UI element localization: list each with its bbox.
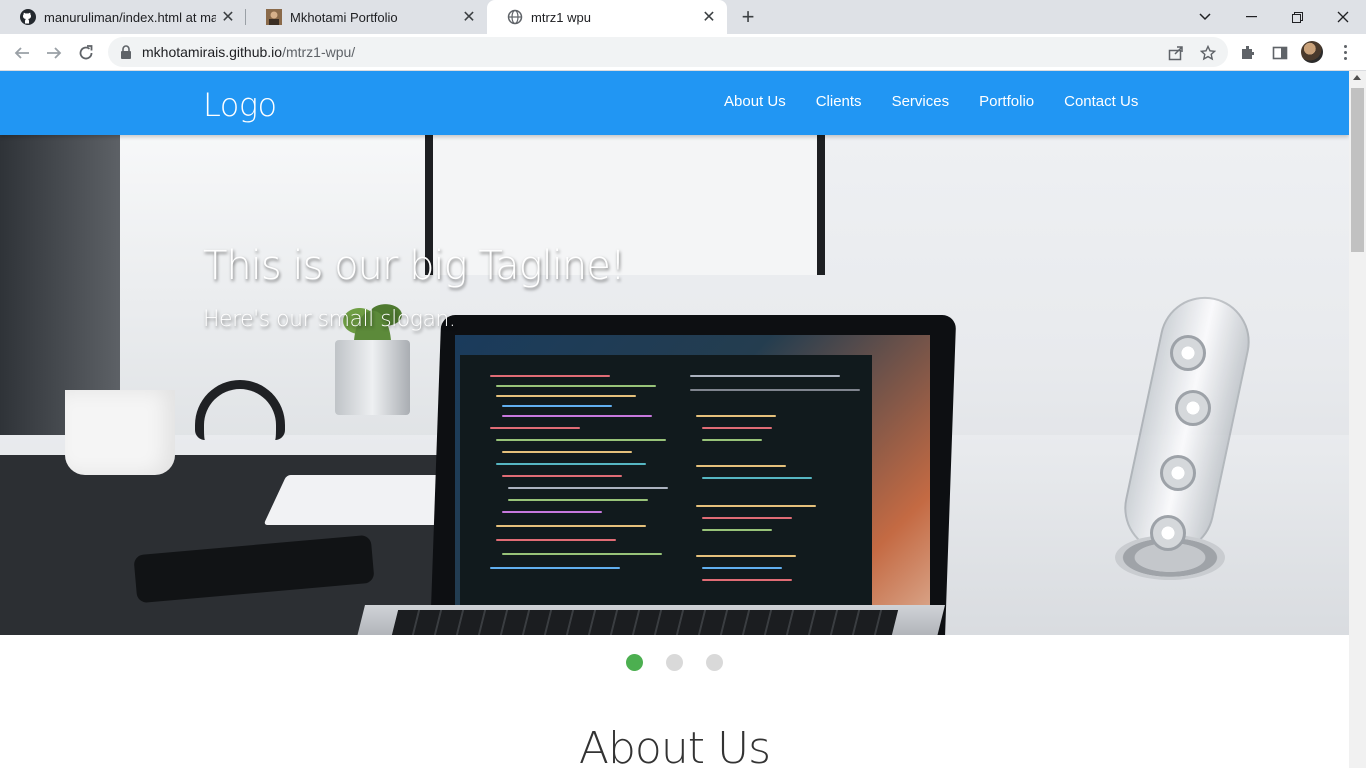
globe-icon bbox=[507, 9, 523, 25]
hero-slogan: Here's our small slogan. bbox=[203, 307, 456, 332]
page-viewport: Logo About Us Clients Services Portfolio… bbox=[0, 71, 1349, 768]
extensions-icon[interactable] bbox=[1237, 42, 1259, 64]
url-host: mkhotamirais.github.io bbox=[142, 44, 283, 60]
close-tab-icon[interactable]: ✕ bbox=[697, 5, 721, 29]
close-window-icon[interactable] bbox=[1320, 0, 1366, 34]
url-path: /mtrz1-wpu/ bbox=[282, 44, 356, 60]
slider-indicators bbox=[626, 654, 723, 671]
slider-dot-2[interactable] bbox=[666, 654, 683, 671]
tab-title: manuruliman/index.html at main bbox=[44, 9, 216, 25]
url-text: mkhotamirais.github.io/mtrz1-wpu/ bbox=[142, 44, 355, 60]
profile-avatar[interactable] bbox=[1301, 41, 1323, 63]
hero-slider: This is our big Tagline! Here's our smal… bbox=[0, 135, 1349, 635]
nav-link-clients[interactable]: Clients bbox=[801, 93, 877, 110]
share-icon[interactable] bbox=[1166, 43, 1186, 63]
reload-icon[interactable] bbox=[72, 39, 100, 67]
nav-links: About Us Clients Services Portfolio Cont… bbox=[709, 93, 1153, 110]
address-bar[interactable]: mkhotamirais.github.io/mtrz1-wpu/ bbox=[108, 37, 1228, 67]
tab-search-icon[interactable] bbox=[1182, 0, 1228, 34]
code-editor-window bbox=[460, 355, 872, 625]
browser-menu-icon[interactable] bbox=[1335, 41, 1355, 63]
hero-tagline: This is our big Tagline! bbox=[203, 243, 626, 289]
tab-mkhotami-portfolio[interactable]: Mkhotami Portfolio ✕ bbox=[246, 0, 487, 34]
browser-toolbar: mkhotamirais.github.io/mtrz1-wpu/ bbox=[0, 34, 1366, 71]
nav-link-services[interactable]: Services bbox=[877, 93, 965, 110]
close-tab-icon[interactable]: ✕ bbox=[457, 5, 481, 29]
tab-mtrz1-wpu[interactable]: mtrz1 wpu ✕ bbox=[487, 0, 727, 34]
forward-icon[interactable] bbox=[40, 39, 68, 67]
slider-dot-3[interactable] bbox=[706, 654, 723, 671]
about-us-heading: About Us bbox=[578, 723, 771, 768]
lock-icon[interactable] bbox=[120, 45, 132, 64]
tab-title: Mkhotami Portfolio bbox=[290, 9, 398, 25]
scrollbar-thumb[interactable] bbox=[1351, 88, 1364, 252]
new-tab-icon[interactable]: + bbox=[736, 4, 760, 29]
side-panel-icon[interactable] bbox=[1269, 42, 1291, 64]
nav-link-contact-us[interactable]: Contact Us bbox=[1049, 93, 1153, 110]
slider-dot-1[interactable] bbox=[626, 654, 643, 671]
tab-title: mtrz1 wpu bbox=[531, 9, 591, 25]
github-icon bbox=[20, 9, 36, 25]
back-icon[interactable] bbox=[8, 39, 36, 67]
profile-photo-icon bbox=[266, 9, 282, 25]
close-tab-icon[interactable]: ✕ bbox=[216, 5, 240, 29]
nav-link-portfolio[interactable]: Portfolio bbox=[964, 93, 1049, 110]
page-scrollbar[interactable] bbox=[1349, 71, 1366, 768]
site-navbar: Logo About Us Clients Services Portfolio… bbox=[0, 71, 1349, 135]
tab-github[interactable]: manuruliman/index.html at main ✕ bbox=[0, 0, 246, 34]
nav-link-about-us[interactable]: About Us bbox=[709, 93, 801, 110]
minimize-icon[interactable] bbox=[1228, 0, 1274, 34]
bookmark-star-icon[interactable] bbox=[1198, 43, 1218, 63]
restore-icon[interactable] bbox=[1274, 0, 1320, 34]
scroll-up-arrow-icon[interactable] bbox=[1353, 75, 1361, 80]
site-logo[interactable]: Logo bbox=[203, 86, 277, 124]
browser-tabstrip: manuruliman/index.html at main ✕ Mkhotam… bbox=[0, 0, 1366, 34]
